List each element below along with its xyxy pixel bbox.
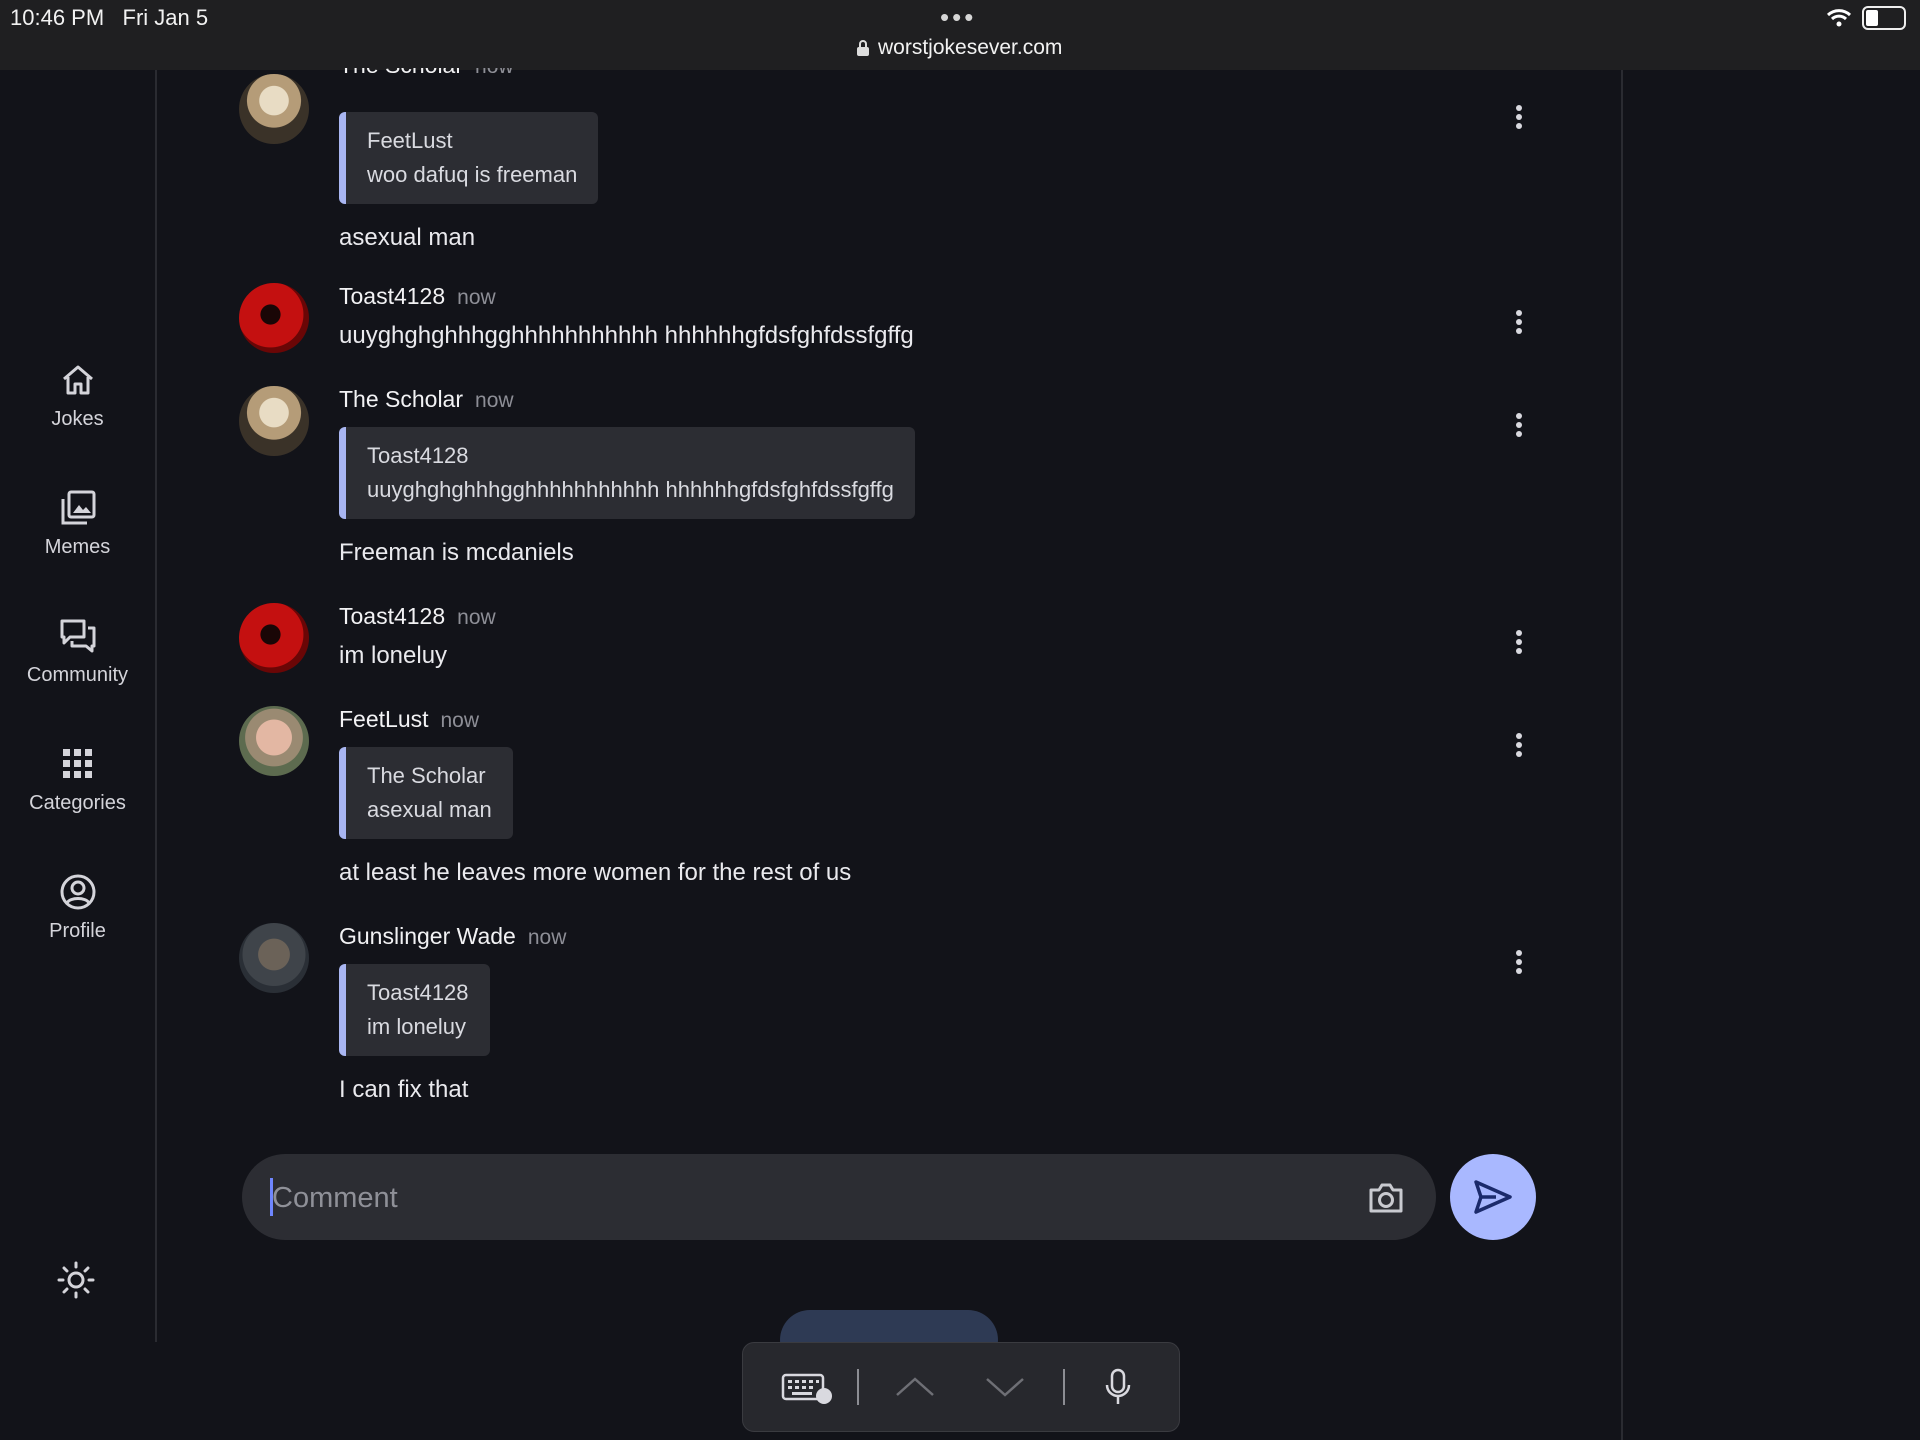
address-bar[interactable]: worstjokesever.com xyxy=(856,36,1062,60)
comment-author[interactable]: Toast4128 xyxy=(339,283,445,309)
grid-icon xyxy=(62,749,92,778)
sidebar-item-profile[interactable]: Profile xyxy=(0,872,155,943)
multitasking-dots-icon[interactable]: ••• xyxy=(940,2,976,33)
comment-text: Freeman is mcdaniels xyxy=(339,539,574,566)
avatar[interactable] xyxy=(239,706,309,776)
more-options-icon[interactable] xyxy=(1509,627,1529,657)
status-time: 10:46 PM Fri Jan 5 xyxy=(10,5,209,30)
quote-author: Toast4128 xyxy=(367,980,469,1005)
comment-time: now xyxy=(440,709,480,732)
sidebar-item-label: Categories xyxy=(29,792,126,814)
camera-icon[interactable] xyxy=(1366,1178,1406,1218)
comment-text: I can fix that xyxy=(339,1076,469,1103)
comment-time: now xyxy=(457,606,496,629)
sidebar-item-memes[interactable]: Memes xyxy=(0,488,155,559)
quote-text: woo dafuq is freeman xyxy=(367,162,578,187)
quoted-reply[interactable]: Toast4128 im loneluy xyxy=(339,964,490,1056)
quoted-reply[interactable]: The Scholar asexual man xyxy=(339,747,513,839)
sidebar-item-categories[interactable]: Categories xyxy=(0,744,155,815)
sidebar-item-label: Community xyxy=(26,664,129,686)
comment-time: now xyxy=(475,68,514,78)
comment-time: now xyxy=(475,389,514,412)
url-text: worstjokesever.com xyxy=(878,36,1063,59)
more-options-icon[interactable] xyxy=(1509,410,1529,440)
chevron-up-icon[interactable] xyxy=(895,1375,935,1399)
lock-icon xyxy=(857,40,869,56)
status-bar: 10:46 PM Fri Jan 5 ••• worstjokesever.co… xyxy=(0,0,1920,70)
more-options-icon[interactable] xyxy=(1509,730,1529,760)
sidebar-item-community[interactable]: Community xyxy=(0,616,155,687)
comment-text: at least he leaves more women for the re… xyxy=(339,859,852,886)
sidebar-item-jokes[interactable]: Jokes xyxy=(0,360,155,431)
comment-author[interactable]: Toast4128 xyxy=(339,603,445,629)
sidebar-item-label: Profile xyxy=(49,920,106,942)
wifi-icon xyxy=(1826,9,1852,27)
battery-icon xyxy=(1862,6,1906,30)
sidebar-item-label: Jokes xyxy=(51,408,104,430)
quote-text: im loneluy xyxy=(367,1014,467,1039)
comment-author[interactable]: Gunslinger Wade xyxy=(339,923,516,949)
comment-time: now xyxy=(527,926,567,949)
quoted-reply[interactable]: FeetLust woo dafuq is freeman xyxy=(339,112,599,204)
avatar[interactable] xyxy=(239,386,309,456)
comment-author[interactable]: The Scholar xyxy=(339,68,463,78)
send-icon xyxy=(1474,1180,1512,1214)
quote-author: The Scholar xyxy=(367,763,486,788)
divider xyxy=(1063,1369,1065,1405)
chat-bubbles-icon xyxy=(60,619,95,653)
avatar[interactable] xyxy=(239,283,309,353)
chevron-down-icon[interactable] xyxy=(985,1375,1025,1399)
more-options-icon[interactable] xyxy=(1509,102,1529,132)
divider xyxy=(857,1369,859,1405)
avatar[interactable] xyxy=(239,923,309,993)
comment-text: im loneluy xyxy=(339,642,448,669)
comment-input[interactable] xyxy=(270,1172,1304,1224)
home-icon xyxy=(62,365,93,395)
image-gallery-icon xyxy=(61,490,95,525)
more-options-icon[interactable] xyxy=(1509,307,1529,337)
quote-author: FeetLust xyxy=(367,128,453,153)
avatar[interactable] xyxy=(239,603,309,673)
comment-author[interactable]: FeetLust xyxy=(339,706,429,732)
comment-text: uuyghghghhhgghhhhhhhhhhh hhhhhhgfdsfghfd… xyxy=(339,322,914,349)
avatar[interactable] xyxy=(239,74,309,144)
sidebar-nav: Jokes Memes Community Categories Profile xyxy=(0,70,157,1342)
comment-text: asexual man xyxy=(339,224,476,251)
quote-author: Toast4128 xyxy=(367,443,469,468)
more-options-icon[interactable] xyxy=(1509,947,1529,977)
comment-time: now xyxy=(457,286,496,309)
quote-text: uuyghghghhhgghhhhhhhhhhh hhhhhhgfdsfghfd… xyxy=(367,477,894,502)
comment-author[interactable]: The Scholar xyxy=(339,386,463,412)
user-circle-icon xyxy=(60,874,95,910)
text-caret xyxy=(270,1178,273,1216)
send-button[interactable] xyxy=(1450,1154,1536,1240)
sidebar-item-label: Memes xyxy=(44,536,111,558)
keyboard-toolbar xyxy=(742,1342,1180,1432)
quote-text: asexual man xyxy=(367,797,492,822)
microphone-icon[interactable] xyxy=(1103,1367,1133,1407)
sun-icon[interactable] xyxy=(56,1260,96,1300)
quoted-reply[interactable]: Toast4128 uuyghghghhhgghhhhhhhhhhh hhhhh… xyxy=(339,427,915,519)
comment-box xyxy=(242,1154,1436,1240)
keyboard-icon[interactable] xyxy=(781,1373,833,1405)
